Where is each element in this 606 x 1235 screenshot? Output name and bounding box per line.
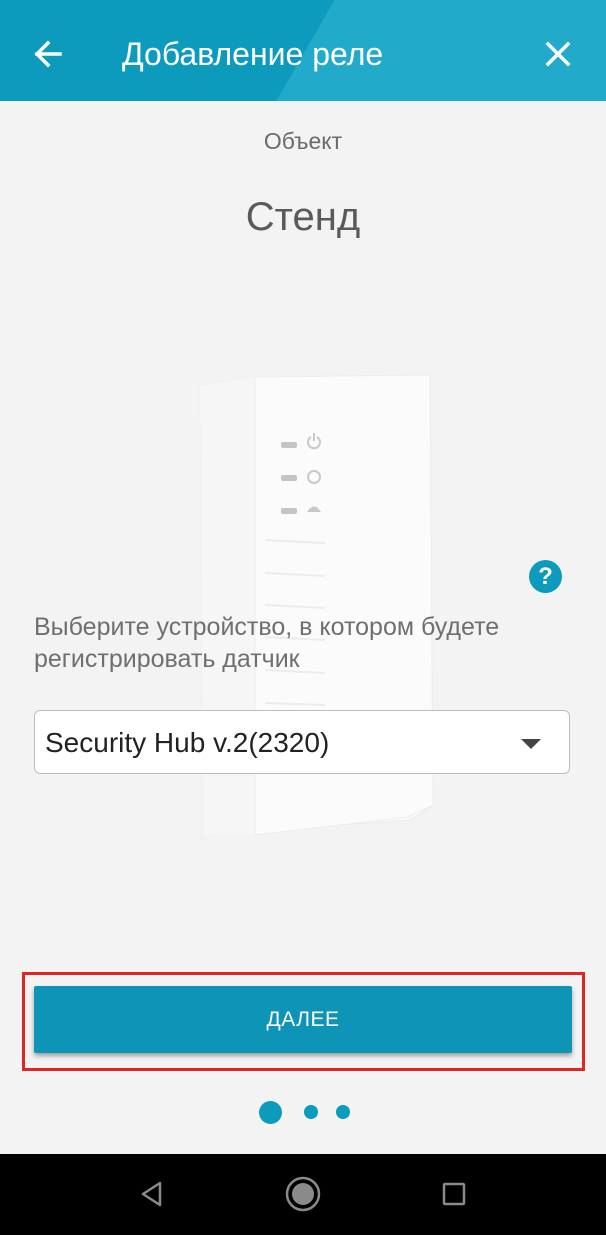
- device-select[interactable]: Security Hub v.2(2320): [34, 710, 570, 774]
- page-indicator-dot: [304, 1105, 318, 1119]
- close-icon[interactable]: [538, 34, 578, 74]
- help-icon[interactable]: ?: [529, 560, 562, 593]
- dropdown-arrow-icon[interactable]: [521, 739, 541, 749]
- device-prompt: Выберите устройство, в котором будете ре…: [34, 613, 500, 673]
- recents-icon[interactable]: [434, 1174, 474, 1214]
- system-nav-bar: [0, 1154, 606, 1235]
- arrow-left-icon[interactable]: [28, 34, 68, 74]
- home-icon[interactable]: [283, 1174, 323, 1214]
- object-name: Стенд: [245, 195, 361, 239]
- app-bar: Добавление реле: [0, 0, 606, 101]
- device-select-value: Security Hub v.2(2320): [45, 727, 330, 758]
- back-icon[interactable]: [132, 1174, 172, 1214]
- page-indicator-dot: [336, 1105, 350, 1119]
- object-label: Объект: [263, 128, 343, 154]
- page-indicator-dot-active: [259, 1101, 282, 1124]
- page-title: Добавление реле: [122, 36, 384, 72]
- next-button[interactable]: ДАЛЕЕ: [34, 986, 572, 1053]
